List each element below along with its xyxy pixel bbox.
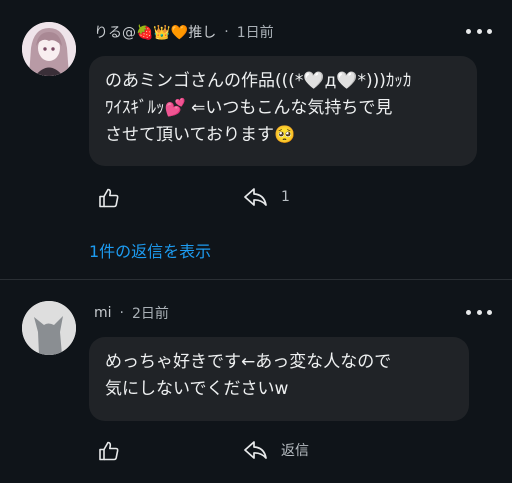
thumbs-up-icon [99, 441, 119, 461]
author-name[interactable]: りる@🍓👑🧡推し [94, 22, 216, 42]
reply-count: 1 [281, 189, 290, 205]
reply-button[interactable]: 返信 [243, 439, 309, 461]
timestamp: 1日前 [236, 25, 274, 41]
like-button[interactable] [97, 186, 121, 210]
comment-text: めっちゃ好きです←あっ変な人なので 気にしないでくださいw [105, 352, 392, 399]
reply-icon [244, 441, 267, 459]
meta-separator: · [224, 24, 229, 40]
thumbs-up-icon [99, 188, 119, 208]
comment-text: のあミンゴさんの作品(((*🤍д🤍*)))ｶｯｶ ﾜｲｽｷﾞﾙｯ💕 ⇐いつもこん… [105, 71, 412, 145]
timestamp: 2日前 [131, 306, 169, 322]
comment-bubble: のあミンゴさんの作品(((*🤍д🤍*)))ｶｯｶ ﾜｲｽｷﾞﾙｯ💕 ⇐いつもこん… [89, 56, 477, 166]
divider [0, 279, 512, 280]
more-icon[interactable] [466, 21, 492, 41]
reply-icon [244, 188, 267, 206]
comment-bubble: めっちゃ好きです←あっ変な人なので 気にしないでくださいw [89, 337, 469, 421]
reply-button[interactable]: 1 [243, 186, 290, 208]
more-icon[interactable] [466, 302, 492, 322]
avatar-image [22, 22, 76, 76]
comment-meta: mi · 2日前 [94, 303, 169, 323]
default-avatar-icon [22, 301, 76, 355]
comment-meta: りる@🍓👑🧡推し · 1日前 [94, 22, 274, 42]
meta-separator: · [119, 305, 124, 321]
like-button[interactable] [97, 439, 121, 463]
comment-2: mi · 2日前 めっちゃ好きです←あっ変な人なので 気にしないでくださいw 返… [0, 281, 512, 483]
reply-label: 返信 [281, 443, 309, 459]
avatar[interactable] [22, 301, 76, 355]
avatar[interactable] [22, 22, 76, 76]
show-replies-link[interactable]: 1件の返信を表示 [89, 238, 211, 262]
comment-1: りる@🍓👑🧡推し · 1日前 のあミンゴさんの作品(((*🤍д🤍*)))ｶｯｶ … [0, 0, 512, 280]
author-name[interactable]: mi [94, 305, 112, 321]
